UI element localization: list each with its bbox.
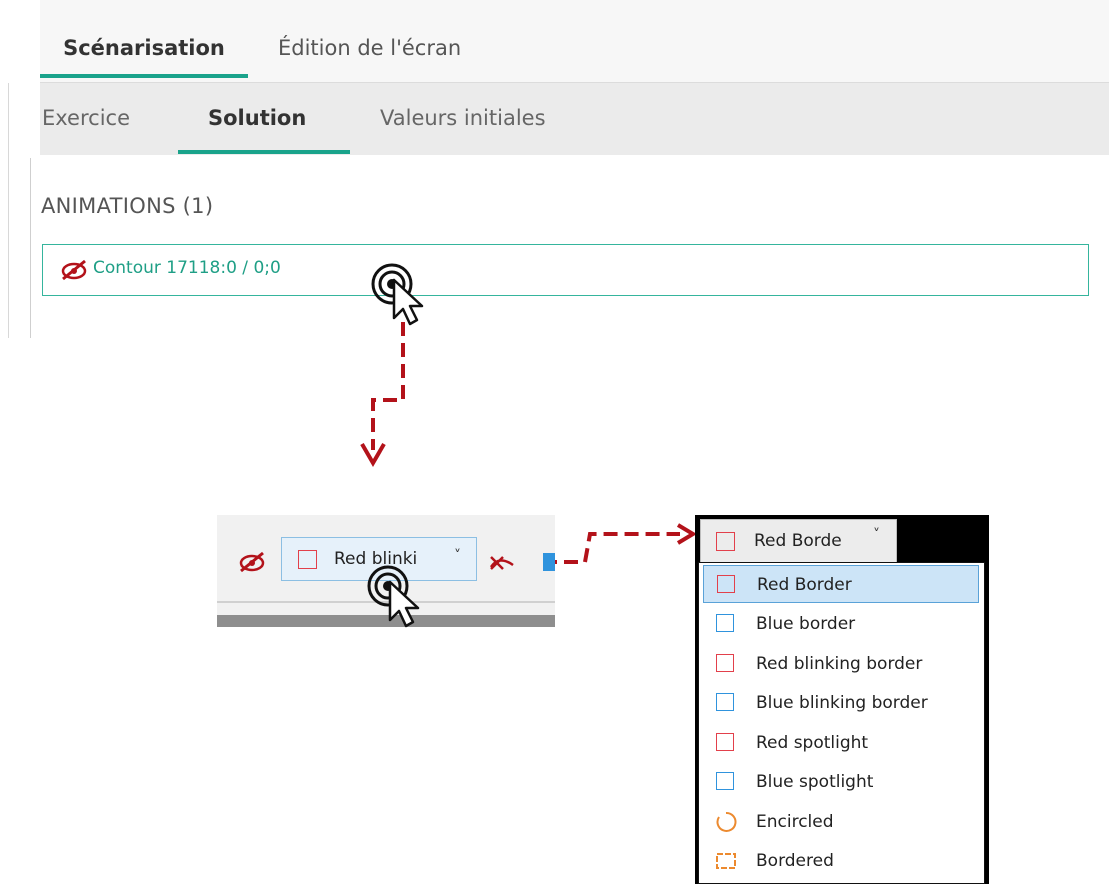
- orange-circle-icon: [716, 811, 737, 832]
- option-red-border[interactable]: Red Border: [703, 565, 979, 603]
- option-encircled[interactable]: Encircled: [703, 803, 979, 841]
- option-blue-blinking-border[interactable]: Blue blinking border: [703, 684, 979, 722]
- blue-square-icon: [716, 772, 734, 790]
- eye-strike-icon[interactable]: [237, 551, 267, 573]
- red-square-icon: [716, 733, 734, 751]
- red-square-icon: [717, 575, 735, 593]
- dropdown-current-value: Red Borde: [754, 531, 842, 551]
- dropdown-select[interactable]: Red Borde ˅: [700, 519, 897, 563]
- option-bordered[interactable]: Bordered: [703, 842, 979, 880]
- click-cursor-icon: [371, 263, 424, 326]
- red-square-icon: [298, 550, 317, 569]
- toolbar-next-icon[interactable]: [543, 553, 555, 571]
- animation-type-dropdown: Red Borde ˅ Red Border Blue border Red b…: [695, 515, 989, 884]
- option-blue-border[interactable]: Blue border: [703, 605, 979, 643]
- option-label: Blue blinking border: [756, 693, 928, 713]
- option-red-spotlight[interactable]: Red spotlight: [703, 724, 979, 762]
- option-red-blinking-border[interactable]: Red blinking border: [703, 645, 979, 683]
- option-label: Red spotlight: [756, 733, 869, 753]
- arrow-right-head: [676, 523, 697, 545]
- option-blue-spotlight[interactable]: Blue spotlight: [703, 763, 979, 801]
- chevron-down-icon: ˅: [454, 548, 461, 564]
- delete-animation-icon[interactable]: [485, 551, 519, 575]
- option-label: Encircled: [756, 812, 834, 832]
- red-square-icon: [716, 532, 735, 551]
- option-label: Bordered: [756, 851, 834, 871]
- option-label: Red blinking border: [756, 654, 923, 674]
- blue-square-icon: [716, 614, 734, 632]
- option-label: Blue spotlight: [756, 772, 874, 792]
- click-cursor-icon: [367, 565, 420, 628]
- dropdown-options: Red Border Blue border Red blinking bord…: [698, 562, 985, 884]
- arrow-down-connector: [371, 322, 405, 450]
- red-square-icon: [716, 654, 734, 672]
- orange-frame-icon: [716, 853, 736, 869]
- option-label: Blue border: [756, 614, 856, 634]
- blue-square-icon: [716, 693, 734, 711]
- chevron-down-icon: ˅: [873, 527, 880, 543]
- option-label: Red Border: [757, 575, 852, 595]
